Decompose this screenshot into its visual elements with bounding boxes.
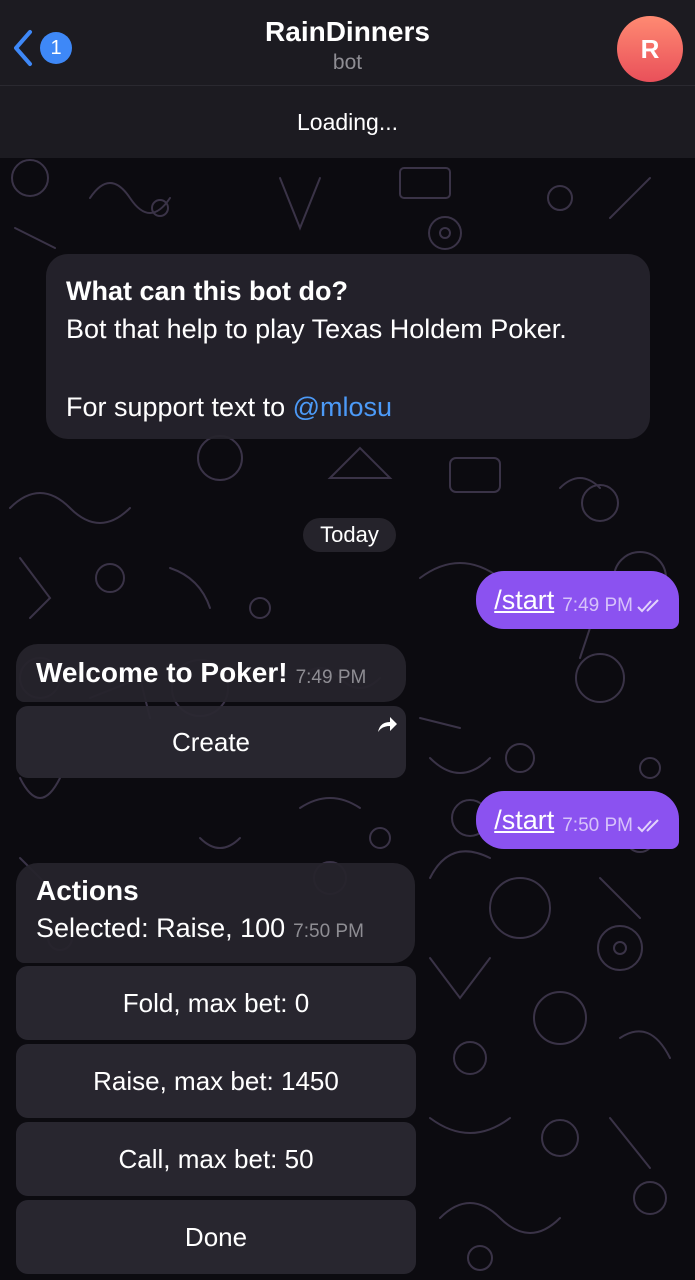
outgoing-message[interactable]: /start 7:49 PM [476,571,679,629]
bot-info-card: What can this bot do? Bot that help to p… [46,254,650,439]
message-text: Welcome to Poker! [36,657,288,688]
double-check-icon [637,819,659,833]
unread-count-badge: 1 [40,32,72,64]
message-time: 7:49 PM [295,667,367,688]
avatar[interactable]: R [617,16,683,82]
back-button[interactable]: 1 [10,26,80,70]
incoming-message[interactable]: Welcome to Poker! 7:49 PM [16,644,406,702]
outgoing-message[interactable]: /start 7:50 PM [476,791,679,849]
message-time: 7:49 PM [562,595,633,616]
button-label: Fold, max bet: 0 [122,987,310,1018]
message-title: Actions [36,875,139,906]
bot-info-title: What can this bot do? [66,276,348,306]
inline-button-call[interactable]: Call, max bet: 50 [16,1122,416,1196]
double-check-icon [637,599,659,613]
message-text[interactable]: /start [494,805,554,836]
message-meta: 7:50 PM [562,815,663,837]
inline-button-fold[interactable]: Fold, max bet: 0 [16,966,416,1040]
button-label: Done [184,1221,248,1252]
inline-button-create[interactable]: Create [16,706,406,778]
incoming-message[interactable]: Actions Selected: Raise, 100 7:50 PM [16,863,415,963]
support-prefix: For support text to [66,392,293,422]
message-meta: 7:49 PM [562,595,663,617]
chevron-left-icon [14,30,32,66]
message-time: 7:50 PM [562,815,633,836]
chat-subtitle: bot [332,51,363,74]
loading-status: Loading... [0,86,695,158]
inline-button-raise[interactable]: Raise, max bet: 1450 [16,1044,416,1118]
chat-area[interactable]: What can this bot do? Bot that help to p… [0,158,695,1280]
message-text[interactable]: /start [494,585,554,616]
button-label: Call, max bet: 50 [118,1143,314,1174]
message-text: Selected: Raise, 100 [36,913,286,943]
chat-title-block[interactable]: RainDinners bot [150,14,545,76]
inline-button-done[interactable]: Done [16,1200,416,1274]
bot-info-description: Bot that help to play Texas Holdem Poker… [66,314,567,344]
support-mention-link[interactable]: @mlosu [293,392,392,422]
date-separator: Today [303,518,396,552]
chat-title: RainDinners [265,16,430,47]
button-label: Raise, max bet: 1450 [93,1065,339,1096]
chat-header: 1 RainDinners bot R [0,0,695,86]
message-time: 7:50 PM [293,921,364,942]
share-icon [378,717,397,732]
message-line: Selected: Raise, 100 7:50 PM [36,909,395,951]
button-label: Create [171,726,251,757]
bot-info-support: For support text to @mlosu [66,388,630,426]
